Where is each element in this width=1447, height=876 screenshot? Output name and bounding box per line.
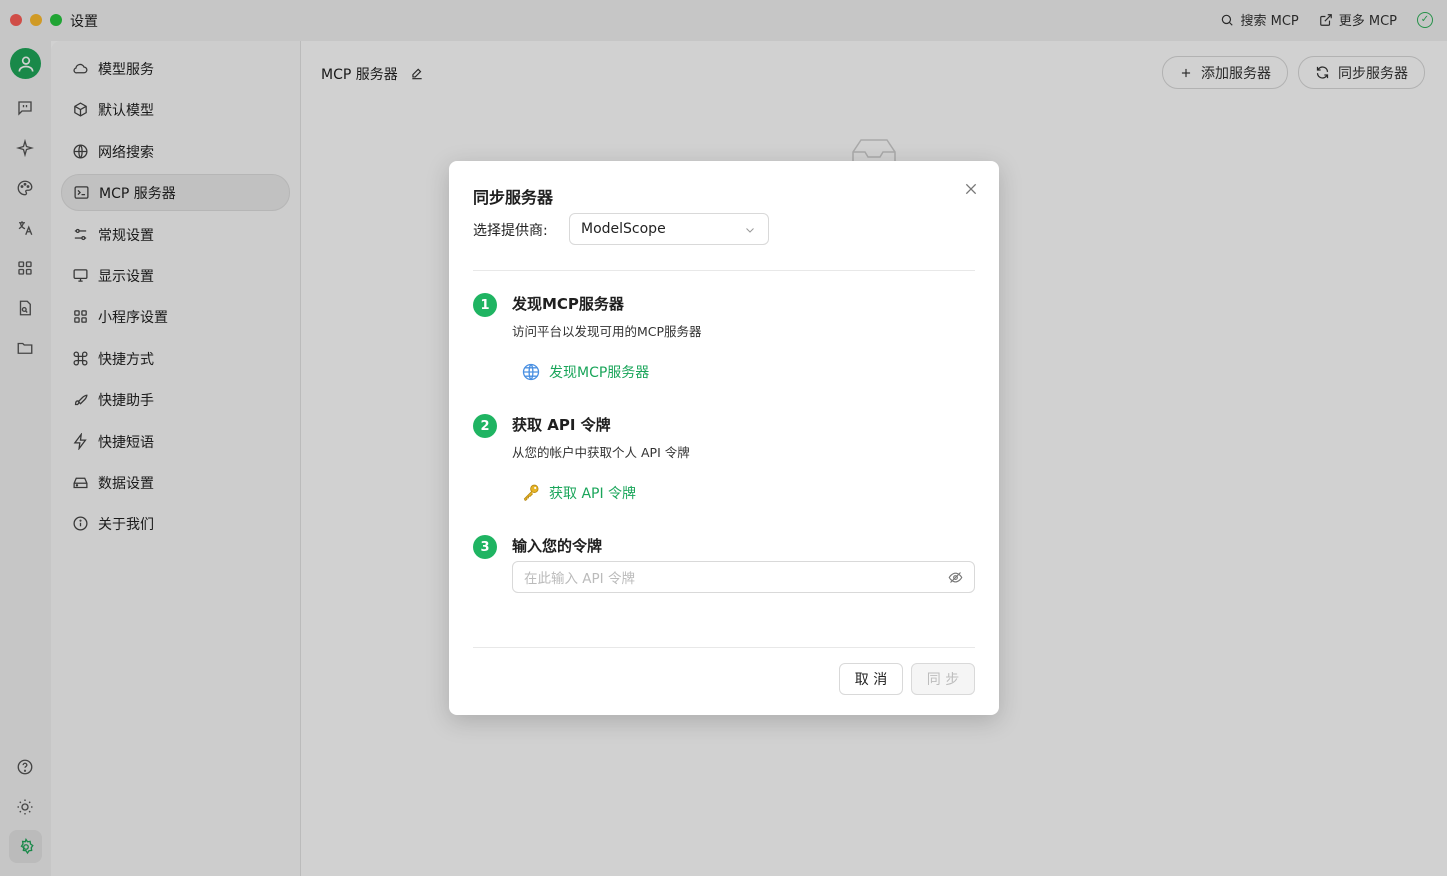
eye-off-icon[interactable] xyxy=(948,570,963,585)
divider xyxy=(473,647,975,648)
step-number: 2 xyxy=(473,414,497,438)
get-api-token-link[interactable]: 获取 API 令牌 xyxy=(521,483,636,503)
globe-icon xyxy=(522,363,540,381)
api-token-input[interactable]: 在此输入 API 令牌 xyxy=(512,561,975,593)
step-title: 获取 API 令牌 xyxy=(512,416,611,434)
api-token-placeholder: 在此输入 API 令牌 xyxy=(524,571,635,587)
provider-value: ModelScope xyxy=(581,221,666,237)
step-title: 发现MCP服务器 xyxy=(512,295,624,313)
get-api-token-label: 获取 API 令牌 xyxy=(549,486,637,502)
step-description: 从您的帐户中获取个人 API 令牌 xyxy=(512,445,690,460)
step-description: 访问平台以发现可用的MCP服务器 xyxy=(512,324,702,339)
step-title: 输入您的令牌 xyxy=(512,537,603,555)
step-number: 1 xyxy=(473,293,497,317)
key-icon xyxy=(523,484,539,502)
provider-label: 选择提供商: xyxy=(473,223,548,239)
provider-select[interactable]: ModelScope xyxy=(569,213,769,245)
sync-servers-dialog: 同步服务器 选择提供商: ModelScope 1 发现MCP服务器 访问平台以… xyxy=(449,161,999,715)
chevron-down-icon xyxy=(746,228,754,233)
discover-mcp-link[interactable]: 发现MCP服务器 xyxy=(521,362,649,382)
cancel-button[interactable]: 取 消 xyxy=(839,663,903,695)
divider xyxy=(473,270,975,271)
sync-button[interactable]: 同 步 xyxy=(911,663,975,695)
close-icon[interactable] xyxy=(963,181,979,197)
step-number: 3 xyxy=(473,535,497,559)
discover-mcp-label: 发现MCP服务器 xyxy=(549,365,650,381)
dialog-title: 同步服务器 xyxy=(473,188,554,207)
